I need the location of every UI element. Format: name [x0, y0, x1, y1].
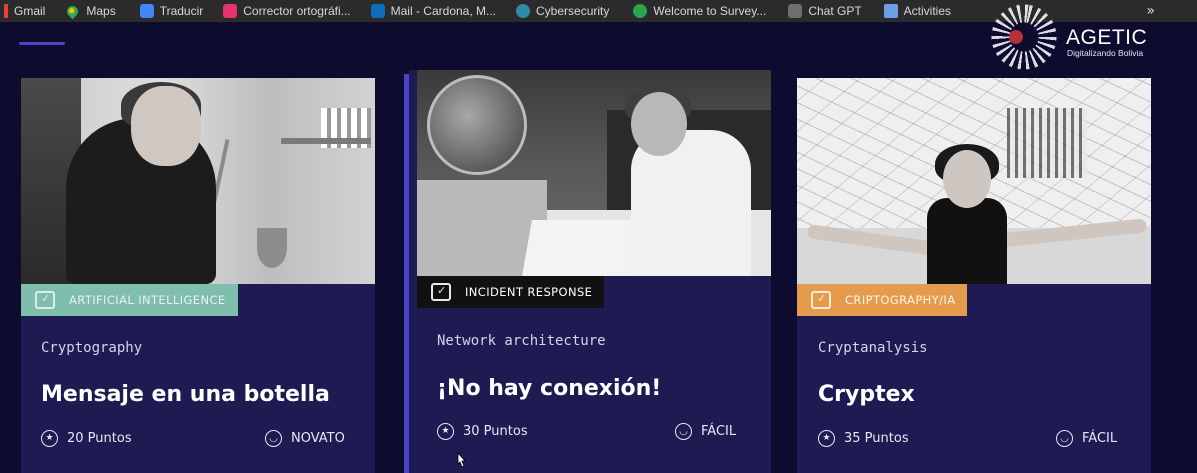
difficulty-label: NOVATO [291, 431, 345, 446]
star-icon: ★ [437, 423, 454, 440]
survey-icon [633, 4, 648, 18]
logo-name: AGETIC [1066, 26, 1148, 49]
bookmark-label: Chat GPT [808, 4, 862, 18]
smiley-icon: ◡ [265, 430, 282, 447]
bookmark-translate[interactable]: Traducir [139, 0, 210, 22]
mouse-cursor-icon [457, 452, 466, 468]
smiley-icon: ◡ [675, 423, 692, 440]
points-label: 30 Puntos [463, 424, 528, 439]
card-image [797, 78, 1151, 284]
points-label: 35 Puntos [844, 431, 909, 446]
challenge-card[interactable]: CRIPTOGRAPHY/IA Cryptanalysis Cryptex ★ … [797, 78, 1151, 473]
card-subtitle: Cryptography [41, 340, 143, 356]
difficulty-label: FÁCIL [1082, 431, 1118, 446]
star-icon: ★ [818, 430, 835, 447]
category-label: INCIDENT RESPONSE [465, 285, 593, 299]
category-icon [35, 291, 55, 309]
category-icon [811, 291, 831, 309]
bookmark-label: Maps [86, 4, 116, 18]
category-label: CRIPTOGRAPHY/IA [845, 293, 956, 307]
bookmark-activities[interactable]: Activities [883, 0, 957, 22]
card-title: Mensaje en una botella [41, 382, 330, 407]
maps-icon [65, 3, 81, 19]
star-icon: ★ [41, 430, 58, 447]
difficulty: ◡ NOVATO [265, 430, 345, 447]
bookmark-cybersecurity[interactable]: Cybersecurity [516, 0, 615, 22]
category-tag: ARTIFICIAL INTELLIGENCE [21, 284, 238, 316]
logo-tagline: Digitalizando Bolivia [1067, 48, 1144, 58]
logo-dot [1009, 30, 1023, 44]
card-subtitle: Network architecture [437, 333, 606, 349]
points-label: 20 Puntos [67, 431, 132, 446]
challenge-card[interactable]: ARTIFICIAL INTELLIGENCE Cryptography Men… [21, 78, 375, 473]
points: ★ 20 Puntos [41, 430, 132, 447]
agetic-logo: AGETIC Digitalizando Bolivia [985, 0, 1165, 75]
points: ★ 30 Puntos [437, 423, 528, 440]
difficulty: ◡ FÁCIL [1056, 430, 1117, 447]
smiley-icon: ◡ [1056, 430, 1073, 447]
bookmark-label: Activities [903, 4, 952, 18]
outlook-icon [370, 4, 385, 18]
bookmark-chatgpt[interactable]: Chat GPT [788, 0, 867, 22]
bookmark-mail[interactable]: Mail - Cardona, M... [370, 0, 502, 22]
category-tag: CRIPTOGRAPHY/IA [797, 284, 968, 316]
card-image [417, 70, 771, 276]
bookmark-label: Traducir [159, 4, 204, 18]
challenge-card[interactable]: INCIDENT RESPONSE Network architecture ¡… [409, 70, 771, 473]
difficulty-label: FÁCIL [701, 424, 737, 439]
card-title: Cryptex [818, 382, 915, 407]
bookmark-label: Mail - Cardona, M... [390, 4, 497, 18]
category-icon [431, 283, 451, 301]
card-subtitle: Cryptanalysis [818, 340, 928, 356]
bookmark-maps[interactable]: Maps [63, 0, 121, 22]
bookmark-gmail[interactable]: Gmail [4, 0, 51, 22]
points: ★ 35 Puntos [818, 430, 909, 447]
category-tag: INCIDENT RESPONSE [417, 276, 605, 308]
gmail-icon [4, 4, 8, 18]
cybersecurity-icon [516, 4, 531, 18]
chatgpt-icon [788, 4, 803, 18]
bookmark-survey[interactable]: Welcome to Survey... [633, 0, 772, 22]
category-label: ARTIFICIAL INTELLIGENCE [69, 293, 226, 307]
translate-icon [139, 4, 154, 18]
section-underline [19, 42, 65, 45]
bookmark-label: Cybersecurity [536, 4, 610, 18]
card-image [21, 78, 375, 284]
bookmark-label: Gmail [14, 4, 46, 18]
bookmark-label: Welcome to Survey... [653, 4, 767, 18]
difficulty: ◡ FÁCIL [675, 423, 736, 440]
bookmark-label: Corrector ortográfi... [243, 4, 351, 18]
spellcheck-icon [223, 4, 238, 18]
card-title: ¡No hay conexión! [437, 376, 662, 401]
bookmark-spellcheck[interactable]: Corrector ortográfi... [223, 0, 356, 22]
activities-icon [883, 4, 898, 18]
logo-mark-icon [989, 2, 1059, 72]
